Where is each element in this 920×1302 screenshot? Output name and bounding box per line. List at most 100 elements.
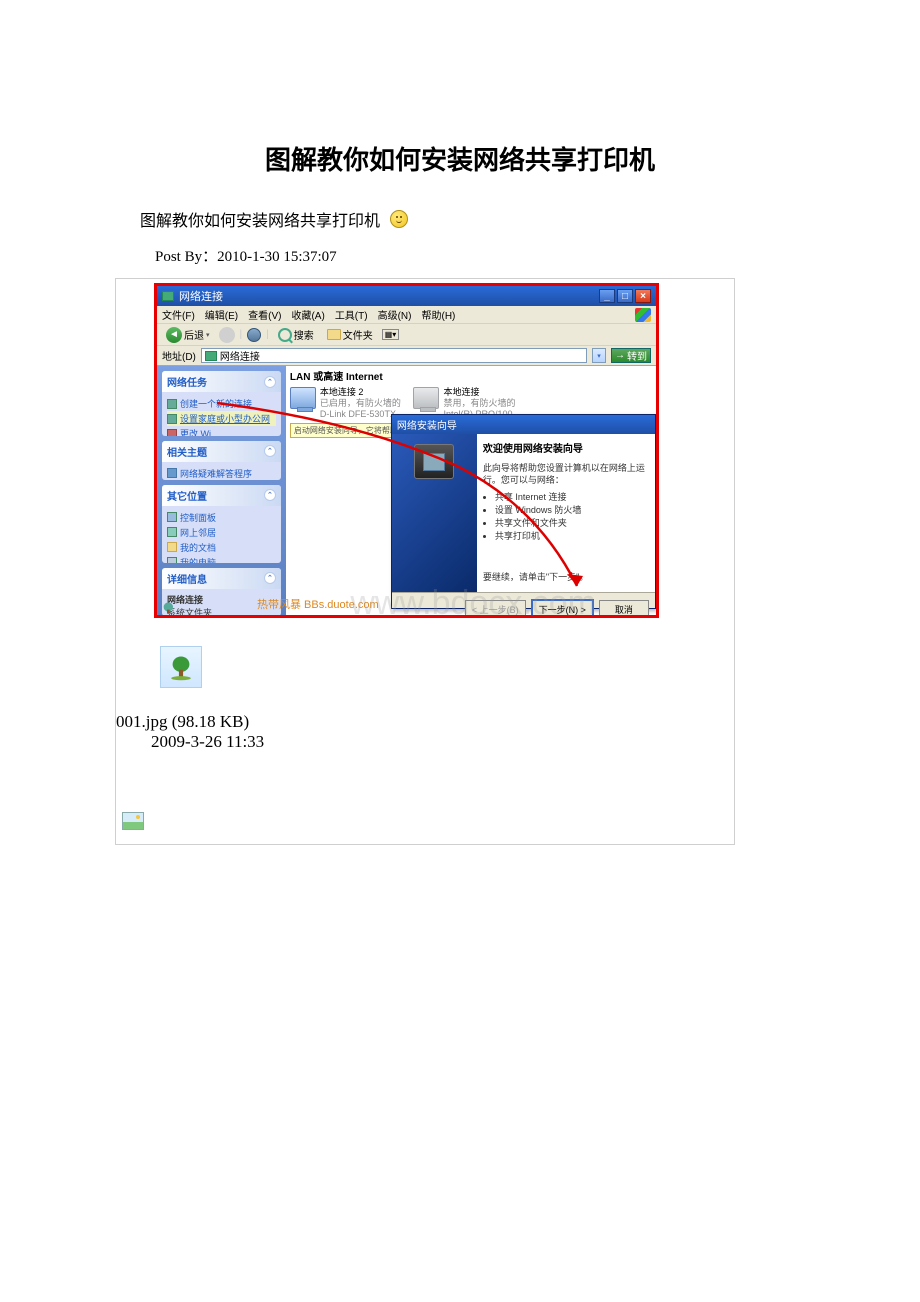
- xp-toolbar: ◄ 后退 ▾ | | 搜索 文件夹 ▦▾: [157, 324, 656, 346]
- documents-icon: [167, 542, 177, 552]
- conn-status: 已启用，有防火墙的: [320, 398, 404, 409]
- control-panel-icon: [167, 512, 177, 522]
- sidebar-link-change[interactable]: 更改 Wi: [167, 426, 276, 436]
- wizard-network-icon: [414, 444, 454, 479]
- help-icon: [167, 468, 177, 478]
- wizard-continue: 要继续，请单击"下一步"。: [483, 572, 649, 584]
- minimize-button[interactable]: _: [599, 289, 615, 303]
- collapse-icon[interactable]: ⌃: [264, 376, 276, 388]
- sidebar-link-new-conn[interactable]: 创建一个新的连接: [167, 396, 276, 411]
- brand-logo-icon: [160, 599, 190, 615]
- collapse-icon[interactable]: ⌃: [264, 572, 276, 584]
- sidebar-panel-other: 其它位置 ⌃ 控制面板 网上邻居 我的文档 我的电脑: [162, 485, 281, 563]
- back-arrow-icon: ◄: [166, 327, 182, 343]
- maximize-button[interactable]: □: [617, 289, 633, 303]
- network-places-icon: [167, 527, 177, 537]
- link-icon: [167, 429, 177, 436]
- xp-sidebar: 网络任务 ⌃ 创建一个新的连接 设置家庭或小型办公网 更改 Wi 相关主题 ⌃ 网络…: [157, 366, 286, 618]
- wizard-bullet: 设置 Windows 防火墙: [495, 503, 649, 516]
- wizard-heading: 欢迎使用网络安装向导: [483, 440, 649, 455]
- panel-head: 网络任务: [167, 374, 207, 389]
- sidebar-link-network-places[interactable]: 网上邻居: [167, 525, 276, 540]
- conn-name: 本地连接: [443, 387, 520, 398]
- menu-adv[interactable]: 高级(N): [378, 307, 412, 322]
- subtitle-text: 图解教你如何安装网络共享打印机: [140, 207, 380, 231]
- network-icon: [205, 351, 217, 361]
- link-icon: [167, 414, 177, 424]
- screenshot-xp: 网络连接 _ □ × 文件(F) 编辑(E) 查看(V) 收藏(A) 工具(T)…: [154, 283, 659, 618]
- subtitle-row: 图解教你如何安装网络共享打印机: [0, 207, 920, 231]
- address-value: 网络连接: [220, 348, 260, 363]
- wizard-cancel-button[interactable]: 取消: [599, 600, 649, 619]
- chevron-down-icon: ▾: [206, 331, 210, 339]
- close-button[interactable]: ×: [635, 289, 651, 303]
- back-label: 后退: [184, 327, 204, 342]
- search-button[interactable]: 搜索: [274, 326, 318, 343]
- network-icon: [162, 291, 174, 301]
- section-lan: LAN 或高速 Internet: [286, 366, 656, 385]
- page-title: 图解教你如何安装网络共享打印机: [0, 140, 920, 177]
- wizard-title: 网络安装向导: [392, 415, 655, 434]
- up-button[interactable]: [247, 328, 261, 342]
- wizard-bullet: 共享文件和文件夹: [495, 516, 649, 529]
- go-button[interactable]: → 转到: [611, 348, 651, 363]
- view-button[interactable]: ▦▾: [382, 329, 400, 340]
- computer-icon: [167, 557, 177, 563]
- smiley-icon: [390, 210, 408, 228]
- sidebar-link-my-docs[interactable]: 我的文档: [167, 540, 276, 555]
- wizard-bullet: 共享 Internet 连接: [495, 490, 649, 503]
- back-button[interactable]: ◄ 后退 ▾: [162, 326, 214, 344]
- sidebar-link-home-network[interactable]: 设置家庭或小型办公网: [167, 411, 276, 426]
- file-name: 001.jpg (98.18 KB): [116, 712, 734, 732]
- wizard-dialog: 网络安装向导 欢迎使用网络安装向导 此向导将帮助您设置计算机以在网络上运行。您可…: [391, 414, 656, 609]
- collapse-icon[interactable]: ⌃: [264, 489, 276, 501]
- panel-head: 相关主题: [167, 444, 207, 459]
- menu-tools[interactable]: 工具(T): [335, 307, 368, 322]
- menu-file[interactable]: 文件(F): [162, 307, 195, 322]
- xp-window-title: 网络连接: [179, 288, 223, 304]
- window-controls: _ □ ×: [599, 289, 651, 303]
- wizard-banner: [392, 434, 477, 592]
- forward-button[interactable]: [219, 327, 235, 343]
- sidebar-panel-tasks: 网络任务 ⌃ 创建一个新的连接 设置家庭或小型办公网 更改 Wi: [162, 371, 281, 436]
- menu-view[interactable]: 查看(V): [248, 307, 281, 322]
- sidebar-link-control-panel[interactable]: 控制面板: [167, 510, 276, 525]
- search-label: 搜索: [294, 327, 314, 342]
- file-date: 2009-3-26 11:33: [116, 732, 734, 752]
- watermark-site: www.bdocx.com: [350, 584, 596, 618]
- conn-status: 禁用，有防火墙的: [443, 398, 520, 409]
- panel-head: 其它位置: [167, 488, 207, 503]
- conn-name: 本地连接 2: [320, 387, 404, 398]
- address-dropdown[interactable]: ▾: [592, 348, 606, 363]
- menu-fav[interactable]: 收藏(A): [291, 307, 324, 322]
- sidebar-link-my-computer[interactable]: 我的电脑: [167, 555, 276, 563]
- connection-item-1[interactable]: 本地连接 2 已启用，有防火墙的 D-Link DFE-530TX...: [290, 387, 404, 419]
- sidebar-panel-related: 相关主题 ⌃ 网络疑难解答程序: [162, 441, 281, 480]
- content-box: 网络连接 _ □ × 文件(F) 编辑(E) 查看(V) 收藏(A) 工具(T)…: [115, 278, 735, 845]
- wizard-intro: 此向导将帮助您设置计算机以在网络上运行。您可以与网络：: [483, 463, 649, 486]
- connection-icon: [290, 387, 316, 409]
- image-placeholder-icon: [122, 812, 144, 830]
- xp-window-titlebar: 网络连接 _ □ ×: [157, 286, 656, 306]
- xp-addressbar: 地址(D) 网络连接 ▾ → 转到: [157, 346, 656, 366]
- sidebar-link-troubleshoot[interactable]: 网络疑难解答程序: [167, 466, 276, 480]
- connection-icon: [413, 387, 439, 409]
- wizard-list: 共享 Internet 连接 设置 Windows 防火墙 共享文件和文件夹 共…: [483, 490, 649, 542]
- folders-label: 文件夹: [343, 327, 373, 342]
- avatar-badge: [160, 646, 202, 688]
- folders-button[interactable]: 文件夹: [323, 326, 377, 343]
- panel-head: 详细信息: [167, 571, 207, 586]
- menu-edit[interactable]: 编辑(E): [205, 307, 238, 322]
- tree-icon: [167, 653, 195, 681]
- windows-flag-icon: [635, 308, 651, 322]
- search-icon: [278, 328, 292, 342]
- menu-help[interactable]: 帮助(H): [421, 307, 455, 322]
- post-by: Post By：2010-1-30 15:37:07: [0, 245, 920, 266]
- xp-main: LAN 或高速 Internet 本地连接 2 已启用，有防火墙的 D-Link…: [286, 366, 656, 618]
- address-field[interactable]: 网络连接: [201, 348, 587, 363]
- link-icon: [167, 399, 177, 409]
- folder-icon: [327, 329, 341, 340]
- xp-menubar: 文件(F) 编辑(E) 查看(V) 收藏(A) 工具(T) 高级(N) 帮助(H…: [157, 306, 656, 324]
- wizard-bullet: 共享打印机: [495, 529, 649, 542]
- collapse-icon[interactable]: ⌃: [264, 445, 276, 457]
